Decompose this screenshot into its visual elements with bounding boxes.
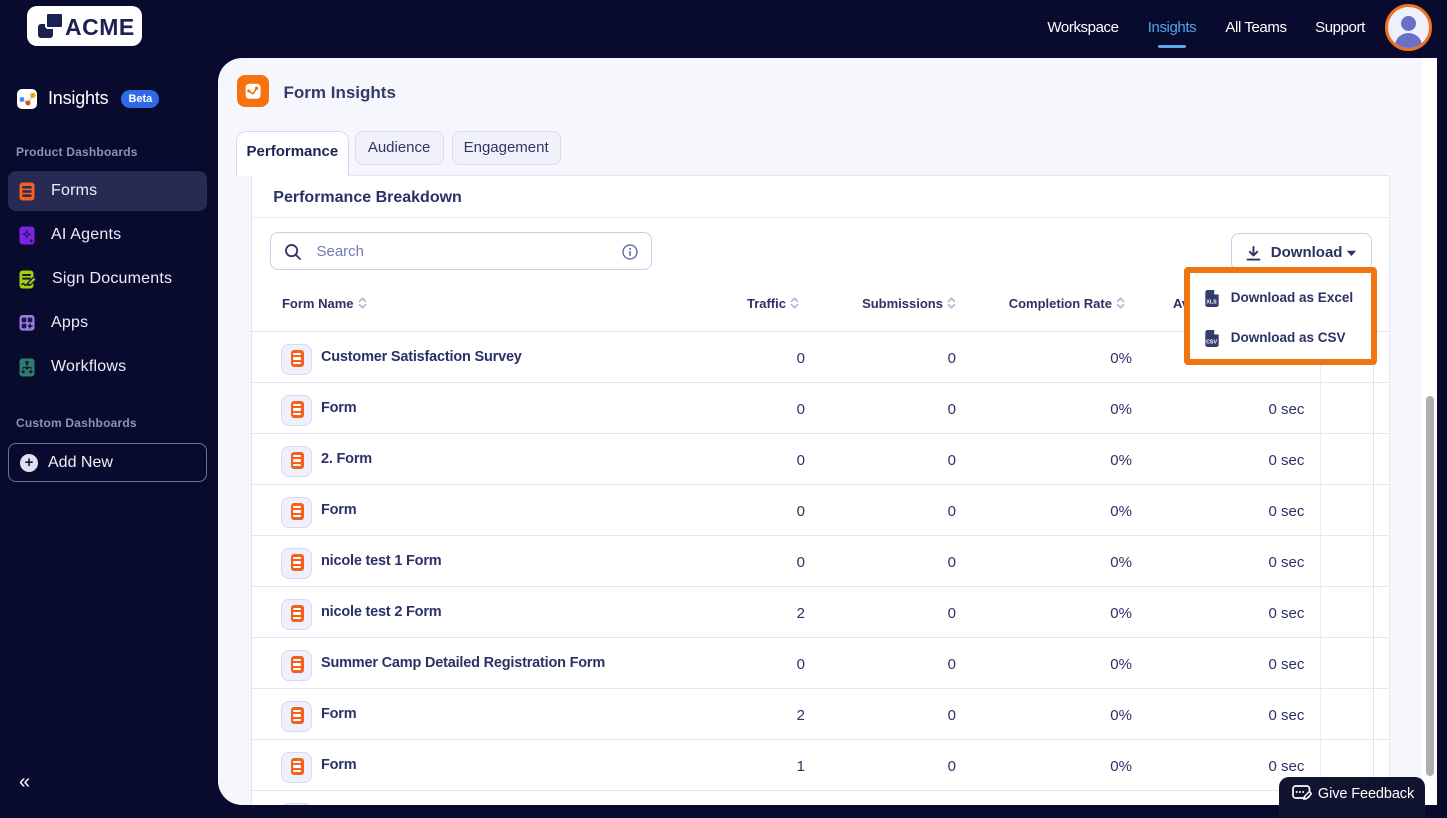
svg-text:CSV: CSV <box>1206 340 1217 346</box>
svg-text:XLS: XLS <box>1206 299 1217 305</box>
